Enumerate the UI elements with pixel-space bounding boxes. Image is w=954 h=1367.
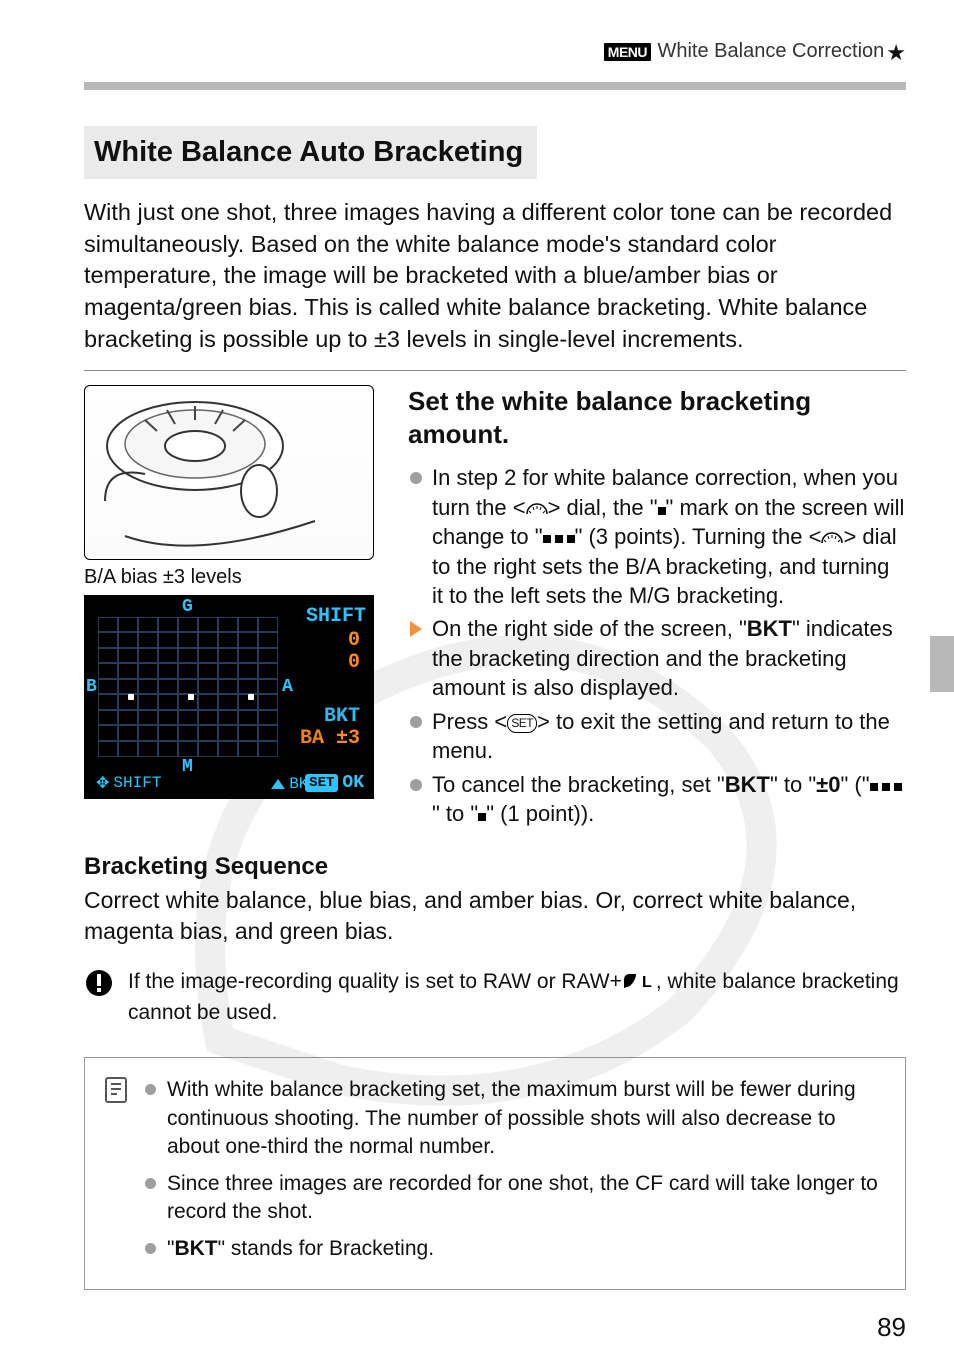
lcd-set-ok: SET OK [305, 773, 364, 793]
note-item: Since three images are recorded for one … [145, 1170, 887, 1227]
lcd-ok-text: OK [342, 773, 364, 793]
set-button-icon: SET [507, 714, 537, 733]
li-text: " (" [840, 772, 869, 797]
sequence-heading: Bracketing Sequence [84, 853, 906, 881]
main-dial-icon [526, 494, 548, 508]
lcd-axis-b: B [86, 677, 97, 697]
thumb-tab [930, 636, 954, 692]
li-text: " (3 points). Turning the < [575, 524, 822, 549]
lcd-axis-a: A [282, 677, 293, 697]
lcd-shift-label: SHIFT [306, 605, 366, 628]
svg-text:L: L [642, 974, 652, 990]
lcd-readout-2: 0 [348, 651, 360, 674]
warning-text: If the image-recording quality is set to… [128, 970, 622, 993]
lcd-readout-1: 0 [348, 629, 360, 652]
list-item: Press <SET> to exit the setting and retu… [408, 707, 906, 766]
li-text: " to " [432, 801, 478, 826]
warning-note: If the image-recording quality is set to… [84, 964, 906, 1031]
lcd-ba-amount: BA ±3 [300, 727, 360, 750]
star-icon: ★ [886, 40, 906, 65]
note-text: " stands for Bracketing. [218, 1237, 434, 1260]
single-point-icon [658, 507, 666, 515]
header-rule [84, 82, 906, 90]
section-title: White Balance Auto Bracketing [84, 126, 537, 179]
list-item: In step 2 for white balance correction, … [408, 463, 906, 610]
li-text: > dial, the " [548, 495, 658, 520]
lcd-screenshot: G B A M SHIFT 0 [84, 595, 374, 799]
step-heading: Set the white balance bracketing amount. [408, 385, 906, 452]
lcd-axis-m: M [182, 757, 193, 777]
single-point-icon [478, 813, 486, 821]
note-bold: BKT [174, 1237, 217, 1260]
info-note-box: With white balance bracketing set, the m… [84, 1057, 906, 1290]
note-item: "BKT" stands for Bracketing. [145, 1235, 887, 1264]
lcd-bottom-shift-text: SHIFT [113, 774, 161, 792]
li-bold: BKT [747, 616, 792, 641]
li-text: To cancel the bracketing, set " [432, 772, 725, 797]
list-item: To cancel the bracketing, set "BKT" to "… [408, 770, 906, 829]
intro-paragraph: With just one shot, three images having … [84, 197, 906, 356]
lcd-axis-g: G [182, 597, 193, 617]
li-text: On the right side of the screen, " [432, 616, 747, 641]
three-points-icon [870, 783, 902, 791]
li-text: " to " [770, 772, 816, 797]
li-text: " (1 point)). [486, 801, 594, 826]
li-text: Press < [432, 709, 507, 734]
lcd-grid [98, 617, 278, 757]
instruction-list: In step 2 for white balance correction, … [408, 463, 906, 829]
three-points-icon [543, 535, 575, 543]
note-item: With white balance bracketing set, the m… [145, 1076, 887, 1162]
li-bold: ±0 [816, 772, 840, 797]
caution-icon [84, 968, 114, 998]
running-header: MENU White Balance Correction★ [84, 40, 906, 74]
section-divider [84, 370, 906, 371]
menu-badge: MENU [604, 43, 651, 61]
lcd-bottom-shift: ✥ SHIFT [96, 773, 161, 793]
lcd-bkt-label: BKT [324, 705, 360, 728]
illustration-caption: B/A bias ±3 levels [84, 566, 380, 589]
lcd-set-pill: SET [305, 774, 338, 792]
jpeg-large-icon: L [622, 970, 656, 998]
sequence-body: Correct white balance, blue bias, and am… [84, 885, 906, 947]
list-item: On the right side of the screen, "BKT" i… [408, 614, 906, 702]
camera-dial-illustration [84, 385, 374, 560]
main-dial-icon [821, 523, 843, 537]
header-title: White Balance Correction [657, 40, 884, 62]
li-bold: BKT [725, 772, 770, 797]
note-icon [103, 1076, 131, 1104]
page-number: 89 [84, 1312, 906, 1343]
